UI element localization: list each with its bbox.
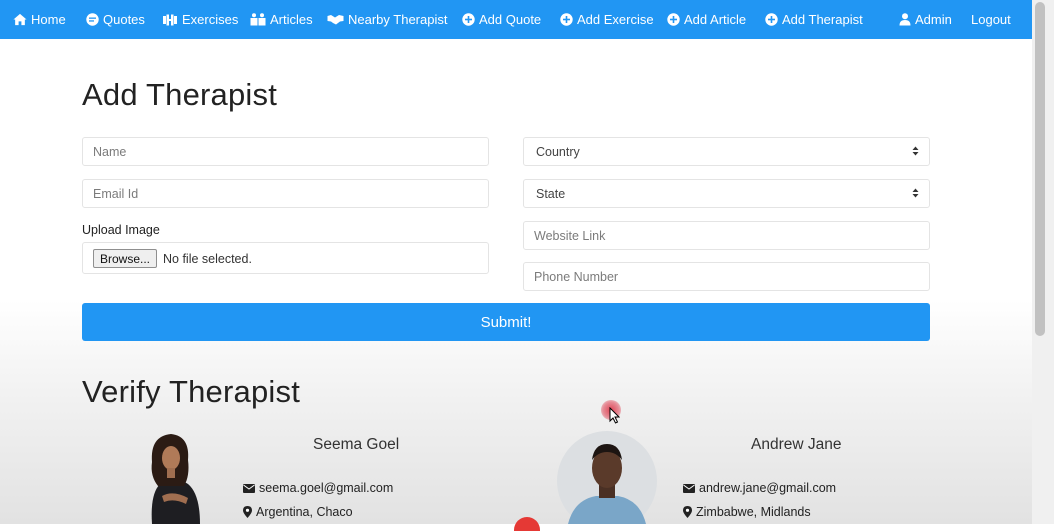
name-input[interactable]: Name [82, 137, 489, 166]
nav-add-article-label: Add Article [684, 12, 747, 27]
submit-button[interactable]: Submit! [82, 303, 930, 341]
therapist-email: andrew.jane@gmail.com [683, 481, 836, 495]
articles-icon [250, 13, 266, 27]
user-icon [899, 13, 911, 27]
therapist-email: seema.goel@gmail.com [243, 481, 393, 495]
nav-nearby-therapist[interactable]: Nearby Therapist [327, 0, 447, 39]
email-input[interactable]: Email Id [82, 179, 489, 208]
email-input-placeholder: Email Id [93, 186, 139, 201]
therapist-name: Seema Goel [313, 436, 400, 453]
phone-input-placeholder: Phone Number [534, 269, 619, 284]
therapist-location: Argentina, Chaco [243, 505, 353, 519]
nav-logout[interactable]: Logout [971, 0, 1011, 39]
verify-therapist-title: Verify Therapist [82, 374, 301, 409]
file-status-text: No file selected. [163, 252, 252, 266]
country-select[interactable]: Country [523, 137, 930, 166]
therapist-photo [138, 432, 208, 524]
submit-button-label: Submit! [480, 313, 532, 331]
nav-add-exercise[interactable]: Add Exercise [559, 0, 654, 39]
nav-articles[interactable]: Articles [250, 0, 313, 39]
nav-admin[interactable]: Admin [899, 0, 952, 39]
nav-add-quote[interactable]: Add Quote [461, 0, 541, 39]
envelope-icon [243, 483, 255, 493]
floating-action-button[interactable] [514, 517, 540, 531]
select-arrows-icon [912, 145, 919, 157]
nav-admin-label: Admin [915, 12, 952, 27]
nav-add-quote-label: Add Quote [479, 12, 542, 27]
mouse-pointer-icon [609, 406, 621, 429]
nav-add-therapist[interactable]: Add Therapist [764, 0, 863, 39]
nav-home-label: Home [31, 12, 66, 27]
handshake-icon [327, 13, 344, 27]
therapist-location: Zimbabwe, Midlands [683, 505, 811, 519]
nav-add-exercise-label: Add Exercise [577, 12, 654, 27]
select-arrows-icon [912, 187, 919, 199]
state-select-value: State [536, 186, 566, 201]
country-select-value: Country [536, 144, 580, 159]
nav-home[interactable]: Home [13, 0, 66, 39]
therapist-email-text: andrew.jane@gmail.com [699, 481, 837, 495]
plus-circle-icon [764, 13, 778, 27]
nav-add-article[interactable]: Add Article [666, 0, 746, 39]
nav-exercises[interactable]: Exercises [162, 0, 238, 39]
state-select[interactable]: State [523, 179, 930, 208]
scrollbar-thumb[interactable] [1035, 2, 1045, 336]
name-input-placeholder: Name [93, 144, 127, 159]
website-input-placeholder: Website Link [534, 228, 606, 243]
nav-exercises-label: Exercises [182, 12, 239, 27]
therapist-name: Andrew Jane [751, 436, 842, 453]
nav-articles-label: Articles [270, 12, 313, 27]
envelope-icon [683, 483, 695, 493]
page-scrollbar[interactable] [1032, 0, 1054, 524]
nav-quotes[interactable]: Quotes [85, 0, 145, 39]
plus-circle-icon [666, 13, 680, 27]
add-therapist-title: Add Therapist [82, 77, 278, 112]
nav-nearby-therapist-label: Nearby Therapist [348, 12, 448, 27]
browse-button[interactable]: Browse... [93, 249, 158, 268]
dumbbell-icon [162, 13, 178, 27]
plus-circle-icon [559, 13, 573, 27]
home-icon [13, 13, 27, 27]
therapist-email-text: seema.goel@gmail.com [259, 481, 394, 495]
top-navbar: Home Quotes Exercises Articles Nearby Th… [0, 0, 1032, 39]
nav-add-therapist-label: Add Therapist [782, 12, 863, 27]
quotes-icon [85, 13, 99, 27]
upload-image-field: Browse... No file selected. [82, 242, 489, 274]
therapist-location-text: Zimbabwe, Midlands [696, 505, 811, 519]
phone-input[interactable]: Phone Number [523, 262, 930, 291]
map-marker-icon [683, 506, 692, 518]
map-marker-icon [243, 506, 252, 518]
therapist-location-text: Argentina, Chaco [256, 505, 353, 519]
nav-logout-label: Logout [971, 12, 1011, 27]
upload-image-label: Upload Image [82, 223, 160, 237]
nav-quotes-label: Quotes [103, 12, 145, 27]
plus-circle-icon [461, 13, 475, 27]
website-input[interactable]: Website Link [523, 221, 930, 250]
therapist-photo [556, 430, 658, 524]
